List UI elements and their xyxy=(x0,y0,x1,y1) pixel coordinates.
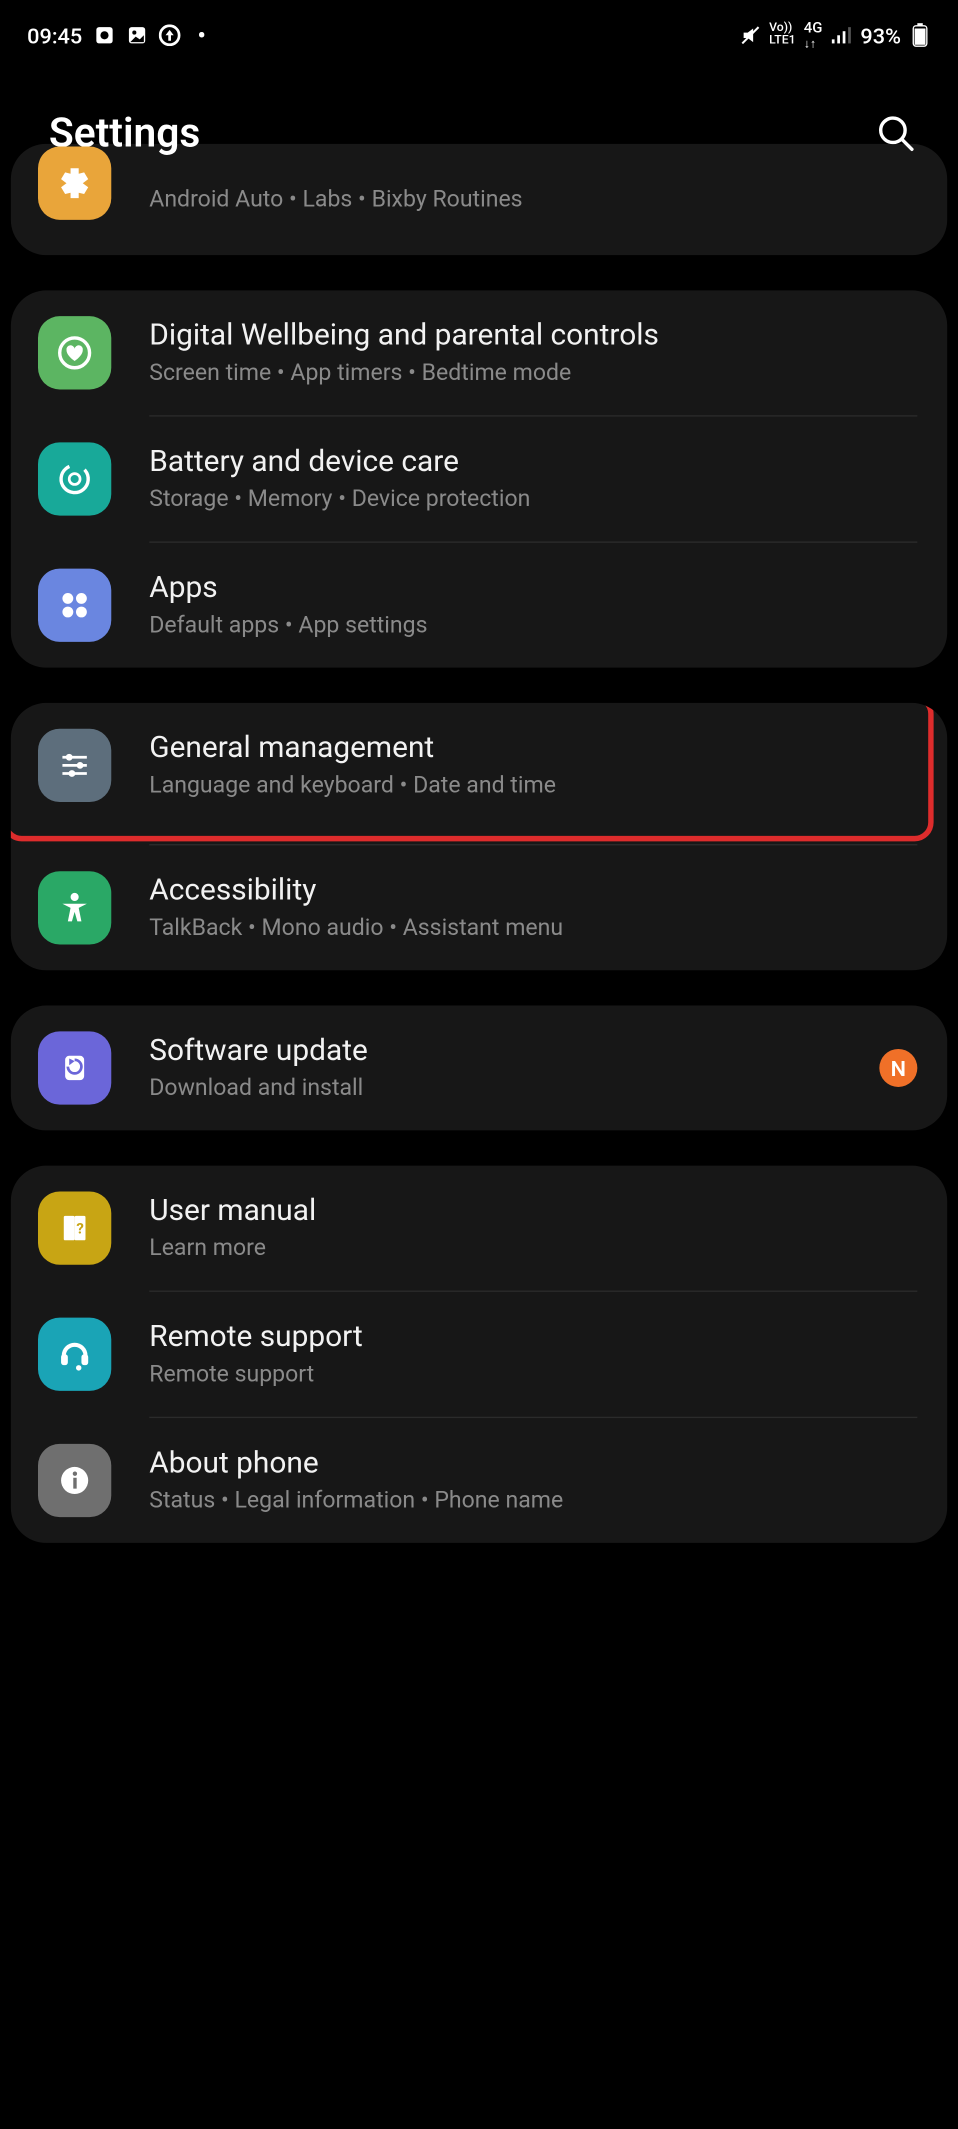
battery-icon xyxy=(909,24,931,46)
user-manual-icon: ? xyxy=(38,1191,111,1264)
about-phone-icon xyxy=(38,1444,111,1517)
digital-wellbeing-icon xyxy=(38,316,111,389)
settings-item-subtitle: Language and keyboard • Date and time xyxy=(149,770,917,800)
settings-item-title: General management xyxy=(149,730,917,767)
settings-item-subtitle: Default apps • App settings xyxy=(149,610,917,640)
settings-item-accessibility[interactable]: Accessibility TalkBack • Mono audio • As… xyxy=(11,845,947,970)
settings-item-subtitle: TalkBack • Mono audio • Assistant menu xyxy=(149,913,917,943)
settings-item-battery-device-care[interactable]: Battery and device care Storage • Memory… xyxy=(11,417,947,542)
settings-item-advanced-features[interactable]: Android Auto • Labs • Bixby Routines xyxy=(11,185,947,256)
settings-item-subtitle: Remote support xyxy=(149,1359,917,1389)
settings-item-title: Accessibility xyxy=(149,873,917,910)
signal-icon xyxy=(831,24,853,46)
settings-item-title: Apps xyxy=(149,570,917,607)
update-indicator-icon xyxy=(158,24,180,46)
notification-badge: N xyxy=(879,1049,917,1087)
settings-item-title: Digital Wellbeing and parental controls xyxy=(149,318,917,355)
settings-item-subtitle: Storage • Memory • Device protection xyxy=(149,484,917,514)
settings-item-subtitle: Android Auto • Labs • Bixby Routines xyxy=(149,185,917,215)
settings-item-user-manual[interactable]: ? User manual Learn more xyxy=(11,1166,947,1291)
settings-item-apps[interactable]: Apps Default apps • App settings xyxy=(11,543,947,668)
settings-item-subtitle: Download and install xyxy=(149,1073,865,1103)
settings-group: Android Auto • Labs • Bixby Routines xyxy=(11,144,947,255)
general-management-icon xyxy=(38,729,111,802)
settings-item-title: User manual xyxy=(149,1193,917,1230)
apps-icon xyxy=(38,569,111,642)
advanced-features-icon xyxy=(38,147,111,220)
dot-indicator-icon: • xyxy=(191,24,213,46)
status-time: 09:45 xyxy=(27,22,82,48)
settings-group: General management Language and keyboard… xyxy=(11,703,947,970)
search-icon xyxy=(875,113,916,154)
svg-text:?: ? xyxy=(76,1220,83,1238)
gallery-indicator-icon xyxy=(126,24,148,46)
mute-icon xyxy=(739,24,761,46)
device-care-icon xyxy=(38,442,111,515)
settings-group: ? User manual Learn more Remote support … xyxy=(11,1166,947,1543)
settings-item-subtitle: Screen time • App timers • Bedtime mode xyxy=(149,358,917,388)
network-gen-label: 4G↓↑ xyxy=(804,20,823,51)
settings-item-subtitle: Status • Legal information • Phone name xyxy=(149,1486,917,1516)
settings-item-title: Software update xyxy=(149,1033,865,1070)
settings-item-general-management[interactable]: General management Language and keyboard… xyxy=(11,703,947,828)
settings-item-title: Battery and device care xyxy=(149,444,917,481)
volte-icon: Vo))LTE1 xyxy=(769,23,795,47)
settings-group: Digital Wellbeing and parental controls … xyxy=(11,290,947,667)
settings-item-title: About phone xyxy=(149,1445,917,1482)
settings-item-about-phone[interactable]: About phone Status • Legal information •… xyxy=(11,1418,947,1543)
settings-item-digital-wellbeing[interactable]: Digital Wellbeing and parental controls … xyxy=(11,290,947,415)
settings-item-remote-support[interactable]: Remote support Remote support xyxy=(11,1292,947,1417)
settings-group: Software update Download and install N xyxy=(11,1006,947,1131)
settings-item-title: Remote support xyxy=(149,1319,917,1356)
software-update-icon xyxy=(38,1031,111,1104)
accessibility-icon xyxy=(38,871,111,944)
status-bar: 09:45 • Vo))LTE1 4G↓↑ xyxy=(0,0,958,60)
battery-level: 93% xyxy=(860,22,901,48)
search-button[interactable] xyxy=(868,106,922,160)
settings-item-subtitle: Learn more xyxy=(149,1233,917,1263)
app-indicator-icon xyxy=(93,24,115,46)
remote-support-icon xyxy=(38,1318,111,1391)
settings-item-software-update[interactable]: Software update Download and install N xyxy=(11,1006,947,1131)
